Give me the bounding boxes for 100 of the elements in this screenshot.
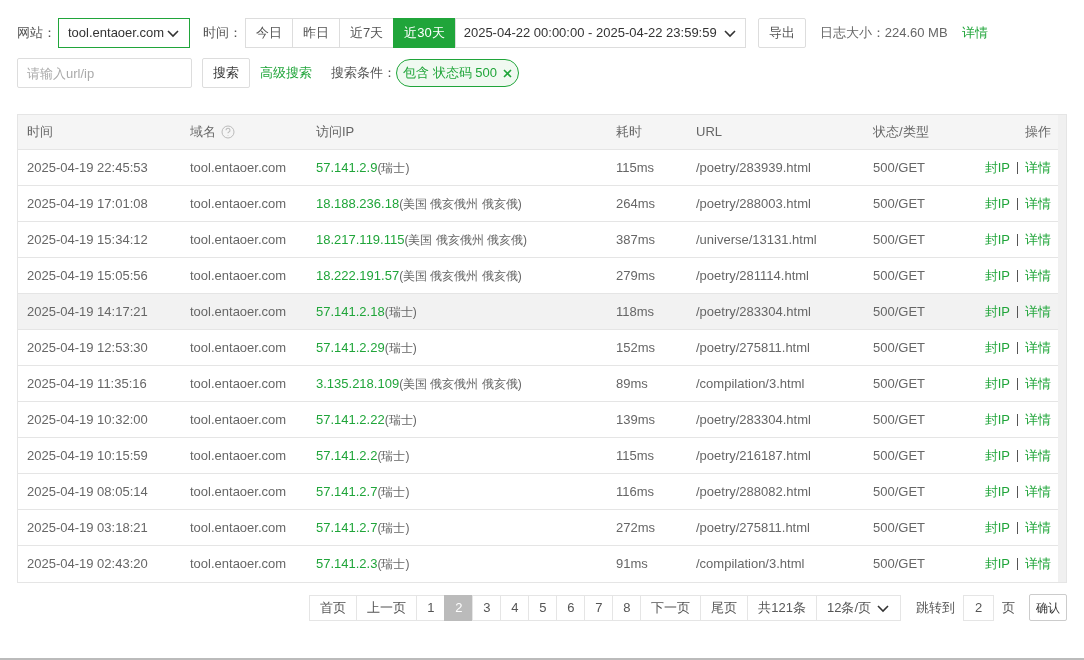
page-size-select[interactable]: 12条/页 [816, 594, 901, 621]
ip-address[interactable]: 57.141.2.2 [316, 445, 378, 466]
range-tab[interactable]: 昨日 [292, 17, 340, 48]
table-cell: 2025-04-19 11:35:16 [27, 375, 147, 391]
table-cell: /compilation/3.html [696, 556, 805, 572]
close-icon[interactable] [502, 68, 512, 78]
row-details-link[interactable]: 详情 [1025, 409, 1051, 430]
help-icon [221, 125, 235, 139]
table-cell: 116ms [616, 483, 655, 499]
row-details-link[interactable]: 详情 [1025, 301, 1051, 322]
next-page-button[interactable]: 下一页 [640, 594, 702, 621]
table-cell: tool.entaoer.com [190, 447, 287, 463]
ip-address[interactable]: 57.141.2.3 [316, 554, 378, 574]
search-button[interactable]: 搜索 [202, 58, 250, 88]
block-ip-link[interactable]: 封IP [984, 445, 1010, 466]
row-details-link[interactable]: 详情 [1025, 193, 1051, 214]
table-cell: tool.entaoer.com [190, 519, 287, 535]
table-cell: 2025-04-19 15:05:56 [27, 267, 148, 283]
row-details-link[interactable]: 详情 [1025, 554, 1051, 574]
block-ip-link[interactable]: 封IP [984, 481, 1010, 502]
table-cell: 2025-04-19 10:32:00 [27, 411, 148, 427]
page-input[interactable]: 2 [963, 594, 994, 621]
row-details-link[interactable]: 详情 [1025, 517, 1051, 538]
table-cell: /poetry/275811.html [696, 519, 810, 535]
jump-label: 跳转到 [916, 598, 955, 617]
table-cell: 2025-04-19 15:34:12 [27, 231, 148, 247]
location-text: (瑞士) [377, 159, 410, 177]
page-button[interactable]: 4 [500, 594, 530, 621]
ip-address[interactable]: 57.141.2.7 [316, 481, 378, 502]
first-page-button[interactable]: 首页 [309, 594, 358, 621]
search-field[interactable]: 请输入url/ip [17, 58, 192, 88]
range-tab[interactable]: 近7天 [339, 17, 395, 48]
table-cell: 500/GET [873, 339, 926, 355]
page-button[interactable]: 6 [556, 594, 586, 621]
column-header: 状态/类型 [873, 123, 929, 142]
table-cell: 500/GET [873, 159, 926, 175]
table-cell: 500/GET [873, 411, 926, 427]
row-details-link[interactable]: 详情 [1025, 229, 1051, 250]
ip-address[interactable]: 57.141.2.18 [316, 301, 385, 322]
block-ip-link[interactable]: 封IP [984, 409, 1010, 430]
location-text: (瑞士) [377, 556, 410, 573]
date-range-field[interactable]: 2025-04-22 00:00:00 - 2025-04-22 23:59:59 [454, 17, 746, 48]
ip-address[interactable]: 18.222.191.57 [316, 265, 400, 286]
row-details-link[interactable]: 详情 [1025, 265, 1051, 286]
ip-address[interactable]: 18.217.119.115 [316, 229, 405, 250]
row-details-link[interactable]: 详情 [1025, 337, 1051, 358]
ip-address[interactable]: 3.135.218.109 [316, 373, 400, 394]
advanced-search-link[interactable]: 高级搜索 [260, 63, 312, 83]
confirm-button[interactable]: 确认 [1029, 594, 1067, 621]
page-button[interactable]: 2 [444, 594, 474, 621]
table-cell: tool.entaoer.com [190, 159, 287, 175]
page-button[interactable]: 7 [584, 594, 614, 621]
table-cell: 500/GET [873, 375, 926, 391]
block-ip-link[interactable]: 封IP [984, 301, 1010, 322]
page-button[interactable]: 5 [528, 594, 558, 621]
ip-address[interactable]: 57.141.2.29 [316, 337, 385, 358]
range-tab[interactable]: 今日 [245, 17, 293, 48]
table-cell: 500/GET [873, 303, 926, 319]
table-cell: 2025-04-19 02:43:20 [27, 556, 148, 572]
ip-address[interactable]: 18.188.236.18 [316, 193, 400, 214]
location-text: (瑞士) [384, 339, 417, 357]
last-page-button[interactable]: 尾页 [700, 594, 749, 621]
conditions-label: 搜索条件： [331, 64, 396, 83]
table-cell: 2025-04-19 08:05:14 [27, 483, 148, 499]
page-button[interactable]: 1 [416, 594, 446, 621]
table-cell: tool.entaoer.com [190, 195, 287, 211]
table-row[interactable]: 2025-04-19 14:17:21 tool.entaoer.com 57.141.2.18(瑞士) 118ms /poetry/283304.html 500/GET 封IP 详情 [18, 294, 1058, 330]
total-count: 共121条 [747, 594, 817, 621]
details-link[interactable]: 详情 [961, 22, 988, 43]
block-ip-link[interactable]: 封IP [984, 517, 1010, 538]
block-ip-link[interactable]: 封IP [984, 337, 1010, 358]
range-tab[interactable]: 近30天 [393, 17, 456, 48]
block-ip-link[interactable]: 封IP [984, 157, 1010, 178]
block-ip-link[interactable]: 封IP [984, 193, 1010, 214]
table-cell: 115ms [616, 447, 655, 463]
table-cell: /poetry/281114.html [696, 267, 809, 283]
site-select[interactable]: tool.entaoer.com [58, 17, 190, 48]
table-cell: 387ms [616, 231, 656, 247]
row-details-link[interactable]: 详情 [1025, 445, 1051, 466]
block-ip-link[interactable]: 封IP [984, 373, 1010, 394]
row-details-link[interactable]: 详情 [1025, 157, 1051, 178]
filter-tag[interactable]: 包含 状态码 500 [396, 59, 519, 87]
ip-address[interactable]: 57.141.2.7 [316, 517, 378, 538]
block-ip-link[interactable]: 封IP [984, 229, 1010, 250]
block-ip-link[interactable]: 封IP [984, 554, 1010, 574]
table-cell: /poetry/288003.html [696, 195, 811, 211]
export-button[interactable]: 导出 [757, 17, 806, 48]
time-label: 时间： [203, 23, 242, 42]
row-details-link[interactable]: 详情 [1025, 373, 1051, 394]
table-cell: /poetry/216187.html [696, 447, 811, 463]
page-button[interactable]: 8 [612, 594, 642, 621]
ip-address[interactable]: 57.141.2.22 [316, 409, 385, 430]
page-button[interactable]: 3 [472, 594, 502, 621]
table-cell: tool.entaoer.com [190, 267, 287, 283]
prev-page-button[interactable]: 上一页 [356, 594, 418, 621]
table-cell: 500/GET [873, 556, 926, 572]
block-ip-link[interactable]: 封IP [984, 265, 1010, 286]
ip-address[interactable]: 57.141.2.9 [316, 157, 378, 178]
table-cell: /poetry/283304.html [696, 303, 811, 319]
row-details-link[interactable]: 详情 [1025, 481, 1051, 502]
